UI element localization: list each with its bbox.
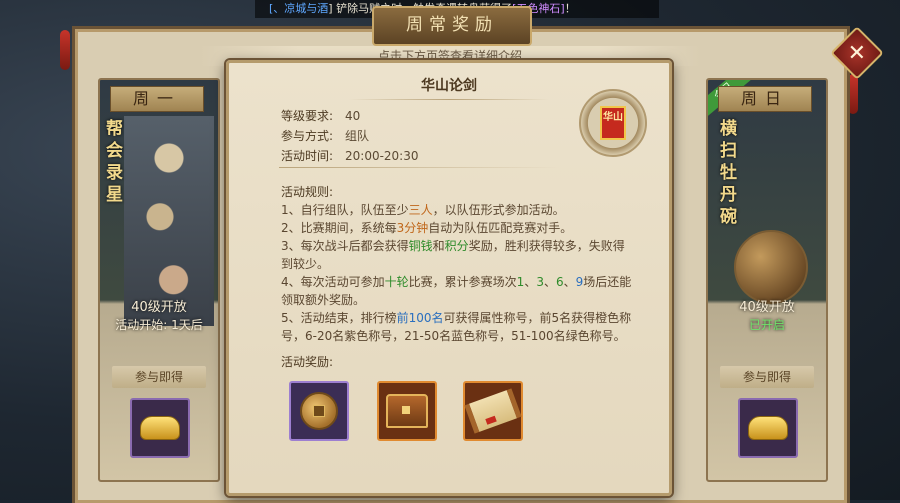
rules-text: 1、自行组队，队伍至少三人，以队伍形式参加活动。 2、比赛期间，系统每3分钟自动… xyxy=(281,201,641,345)
coins-icon xyxy=(300,392,338,430)
rule-line-5-cont: 号，6-20名紫色称号，21-50名蓝色称号，51-100名绿色称号。 xyxy=(281,329,626,343)
ticker-prefix: [、 xyxy=(269,2,285,15)
day-label: 周日 xyxy=(718,86,812,112)
rules-heading: 活动规则: xyxy=(281,185,334,199)
title-underline xyxy=(349,99,549,100)
close-icon: ✕ xyxy=(847,40,867,66)
join-reward-label: 参与即得 xyxy=(112,366,206,388)
level-requirement: 40级开放 xyxy=(131,300,187,315)
join-reward-label: 参与即得 xyxy=(720,366,814,388)
rule-line-4-cont: 领取额外奖励。 xyxy=(281,293,366,307)
day-card-monday[interactable]: 周一 帮会录星 40级开放 活动开始: 1天后 参与即得 xyxy=(98,78,220,482)
divider xyxy=(279,167,559,168)
reward-slot-chest[interactable] xyxy=(377,381,437,441)
window-title: 周常奖励 xyxy=(372,6,532,46)
event-name: 横扫牡丹碗 xyxy=(720,119,737,227)
emblem-flag: 华山 xyxy=(600,106,626,140)
huashan-emblem-icon: 华山 xyxy=(579,89,647,157)
rewards-heading: 活动奖励: xyxy=(281,355,334,369)
rule-line-5: 5、活动结束，排行榜前100名可获得属性称号，前5名获得橙色称 xyxy=(281,311,632,325)
ticker-suffix: ！ xyxy=(564,2,576,15)
lantern-decoration-left xyxy=(60,30,70,70)
level-requirement-row: 等级要求: 40 xyxy=(281,107,360,124)
time-label: 活动时间: xyxy=(281,149,334,163)
bowl-art xyxy=(734,230,808,304)
event-name: 帮会录星 xyxy=(106,119,123,205)
level-requirement: 40级开放 xyxy=(739,300,795,315)
event-character-art xyxy=(124,116,214,326)
ticker-player-name: 凉城与酒 xyxy=(284,2,329,15)
event-detail-modal: 华山论剑 等级要求: 40 参与方式: 组队 活动时间: 20:00-20:30 华山… xyxy=(226,60,672,496)
event-time-row: 活动时间: 20:00-20:30 xyxy=(281,147,419,164)
rule-line-4: 4、每次活动可参加十轮比赛，累计参赛场次1、3、6、9场后还能 xyxy=(281,275,632,289)
event-status: 已开启 xyxy=(748,318,785,332)
time-value: 20:00-20:30 xyxy=(345,149,419,163)
rule-line-1: 1、自行组队，队伍至少三人，以队伍形式参加活动。 xyxy=(281,203,565,217)
rule-line-3-cont: 到较少。 xyxy=(281,257,330,271)
day-label: 周一 xyxy=(110,86,204,112)
participation-mode-row: 参与方式: 组队 xyxy=(281,127,369,144)
reward-slot-scroll[interactable] xyxy=(463,381,523,441)
mode-label: 参与方式: xyxy=(281,129,334,143)
rule-line-2: 2、比赛期间，系统每3分钟自动为队伍匹配竞赛对手。 xyxy=(281,221,573,235)
gold-ingot-icon xyxy=(748,416,788,440)
scroll-icon xyxy=(464,388,522,434)
level-value: 40 xyxy=(345,109,361,123)
level-label: 等级要求: xyxy=(281,109,334,123)
reward-slot-coins[interactable] xyxy=(289,381,349,441)
reward-slot[interactable] xyxy=(130,398,190,458)
rule-line-3: 3、每次战斗后都会获得铜钱和积分奖励，胜利获得较多，失败得 xyxy=(281,239,625,253)
day-card-sunday[interactable]: 今日 周日 横扫牡丹碗 40级开放 已开启 参与即得 xyxy=(706,78,828,482)
gold-ingot-icon xyxy=(140,416,180,440)
mode-value: 组队 xyxy=(345,129,370,143)
event-status: 活动开始: 1天后 xyxy=(115,318,203,332)
treasure-chest-icon xyxy=(386,394,428,428)
reward-slot[interactable] xyxy=(738,398,798,458)
